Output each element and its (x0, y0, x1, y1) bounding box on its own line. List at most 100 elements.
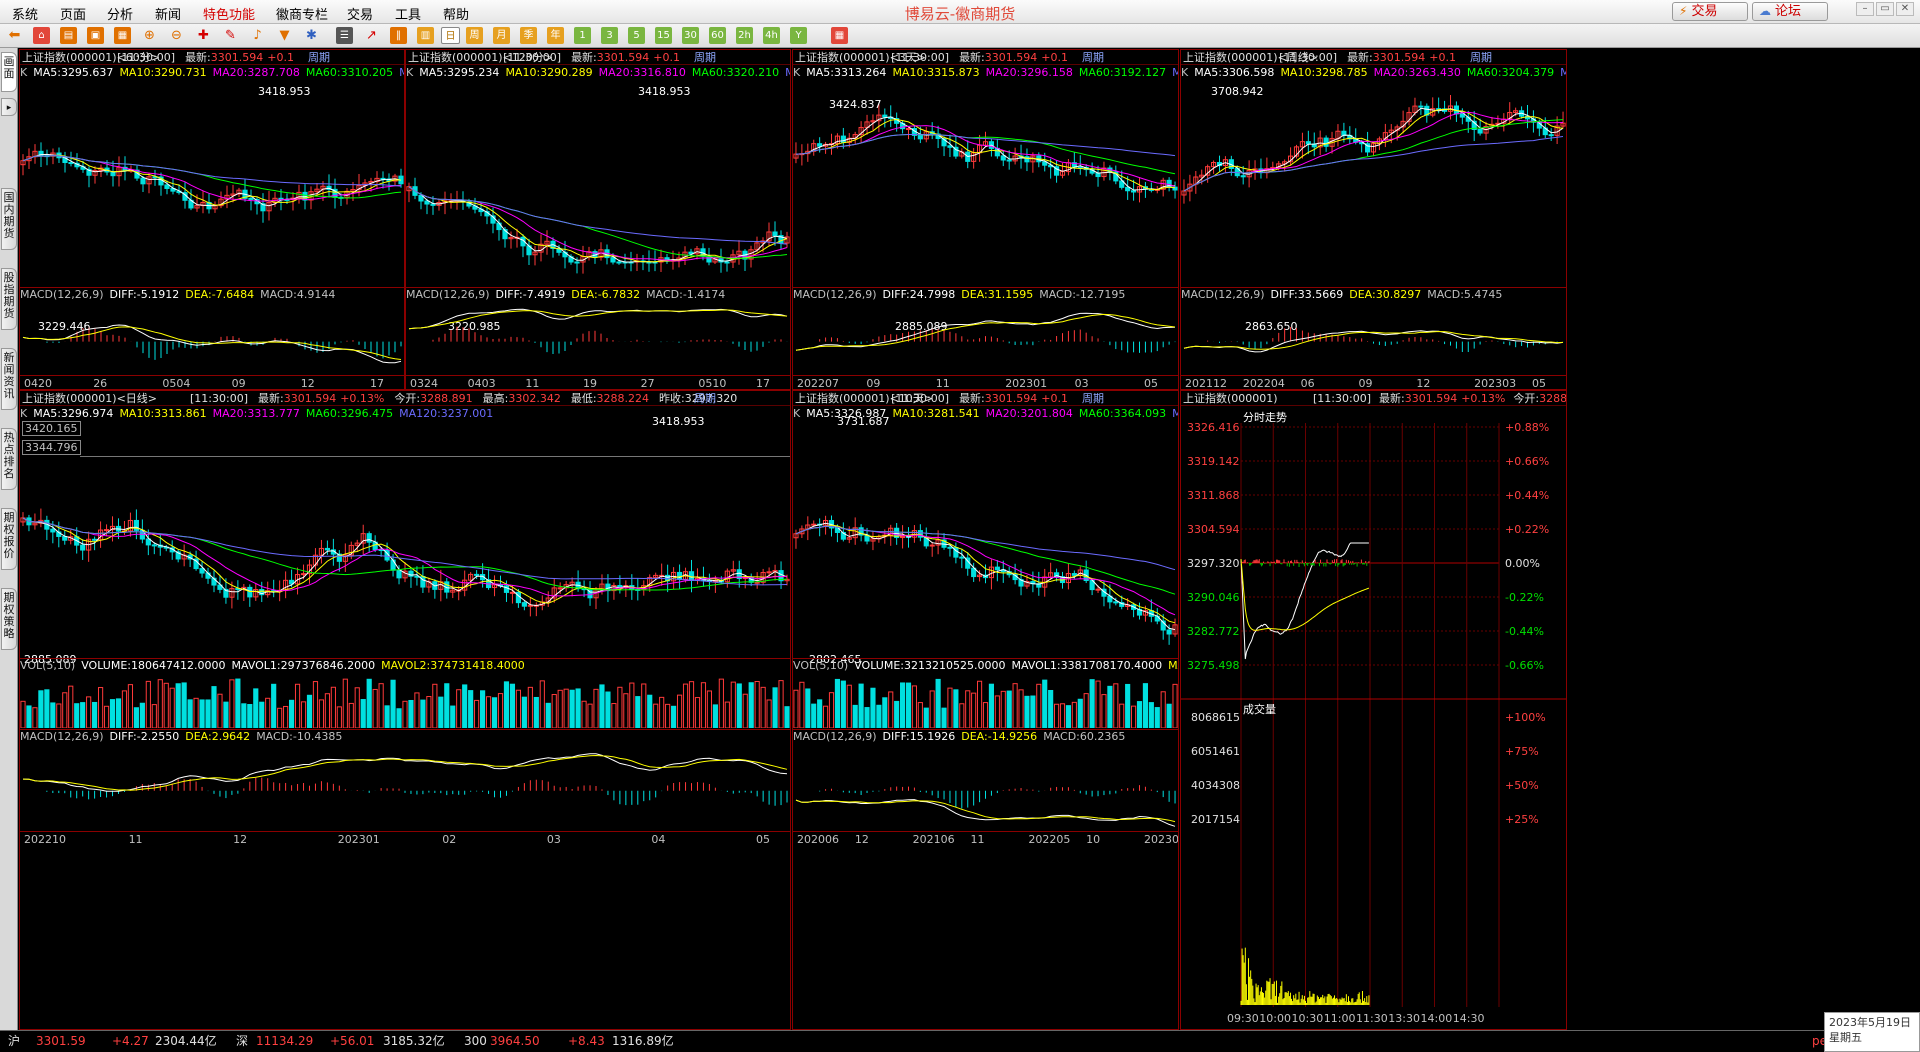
period-button[interactable]: 周期 (694, 50, 716, 64)
bar-chart-icon[interactable]: ▥ (417, 27, 434, 44)
period-quarter-button[interactable]: 季 (520, 27, 537, 44)
menu-trade[interactable]: 交易 (347, 4, 373, 23)
settings-icon[interactable]: ✱ (303, 27, 320, 44)
macd-chart[interactable] (1181, 302, 1566, 374)
sidebar-tab-index-futures[interactable]: 股指期货 (1, 268, 17, 330)
volume-bar (846, 684, 852, 728)
period-button[interactable]: 周期 (1082, 50, 1104, 64)
kline-chart[interactable] (20, 82, 404, 282)
restore-icon[interactable]: ▭ (1876, 2, 1894, 16)
period-30min-button[interactable]: 30 (682, 27, 699, 44)
list-icon[interactable]: ☰ (336, 27, 353, 44)
period-button[interactable]: 周期 (1082, 391, 1104, 405)
volume-bar (1006, 690, 1012, 728)
menu-huishang[interactable]: 徽商专栏 (276, 4, 328, 23)
volume-chart[interactable] (793, 673, 1178, 728)
period-custom-button[interactable]: Y (790, 27, 807, 44)
line-chart-icon[interactable]: ↗ (363, 27, 380, 44)
period-1min-button[interactable]: 1 (574, 27, 591, 44)
menu-features[interactable]: 特色功能 (203, 4, 255, 23)
menu-news[interactable]: 新闻 (155, 4, 181, 23)
volume-bar (828, 692, 835, 728)
last-price-label: 最新: (959, 392, 985, 405)
period-5min-button[interactable]: 5 (628, 27, 645, 44)
volume-chart[interactable] (20, 673, 790, 728)
chart-panel-pday[interactable]: 上证指数(000001)<日线> [11:30:00] 最新:3301.594 +0.… (19, 390, 791, 1030)
macd-chart[interactable] (20, 744, 790, 829)
candle-chart-icon[interactable]: ‖ (390, 27, 407, 44)
back-arrow-icon[interactable]: ⬅ (6, 27, 23, 44)
period-month-button[interactable]: 月 (493, 27, 510, 44)
sidebar-collapse-icon[interactable]: ▸ (1, 98, 17, 116)
sidebar-tab-option-quote[interactable]: 期权报价 (1, 508, 17, 570)
period-15min-button[interactable]: 15 (655, 27, 672, 44)
macd-chart[interactable] (20, 302, 404, 374)
sidebar-tab-option-strategy[interactable]: 期权策略 (1, 588, 17, 650)
quote-summary: [11:30:00] 最新:3301.594 +0.1 (503, 50, 680, 64)
period-year-button[interactable]: 年 (547, 27, 564, 44)
sidebar-tab-news[interactable]: 新闻资讯 (1, 348, 17, 410)
chart-panel-p120[interactable]: 上证指数(000001)<120分> [11:30:00] 最新:3301.594 +… (405, 49, 791, 390)
volume-bar (271, 683, 277, 728)
forum-button[interactable]: ☁ 论坛 (1752, 2, 1828, 21)
period-4h-button[interactable]: 4h (763, 27, 780, 44)
period-button[interactable]: 周期 (1470, 50, 1492, 64)
volume-bar (923, 707, 929, 728)
sidebar-tab-screen[interactable]: 画面 (1, 52, 17, 92)
sidebar-tab-hot-rank[interactable]: 热点排名 (1, 428, 17, 490)
intraday-chart[interactable] (1181, 391, 1566, 1011)
menu-help[interactable]: 帮助 (443, 4, 469, 23)
menu-analysis[interactable]: 分析 (107, 4, 133, 23)
close-icon[interactable]: ✕ (1896, 2, 1914, 16)
zoom-in-icon[interactable]: ⊕ (141, 27, 158, 44)
pen-icon[interactable]: ✎ (222, 27, 239, 44)
candle-body (1095, 172, 1101, 178)
folder-icon[interactable]: ▣ (87, 27, 104, 44)
kline-chart[interactable] (406, 82, 790, 282)
macd-legend: MACD(12,26,9) DIFF:33.5669 DEA:30.8297 MACD… (1181, 287, 1566, 302)
volume-bar (450, 705, 456, 728)
volume-bar (348, 702, 354, 728)
bell-icon[interactable]: ♪ (249, 27, 266, 44)
menu-system[interactable]: 系统 (12, 4, 38, 23)
layout-icon[interactable]: ▦ (114, 27, 131, 44)
chart-panel-p3d[interactable]: 上证指数(000001)<3天> [11:30:00] 最新:3301.594 +0.… (792, 49, 1179, 390)
candle-body (900, 536, 906, 539)
macd-value: MACD:-1.4174 (646, 288, 726, 301)
filter-icon[interactable]: ▼ (276, 27, 293, 44)
book-icon[interactable]: ▤ (60, 27, 77, 44)
period-2h-button[interactable]: 2h (736, 27, 753, 44)
chart-panel-intraday[interactable]: 上证指数(000001) [11:30:00] 最新:3301.594 +0.13% 今… (1180, 390, 1567, 1030)
crosshair-icon[interactable]: ✚ (195, 27, 212, 44)
macd-chart[interactable] (406, 302, 790, 374)
kline-chart[interactable] (793, 82, 1178, 282)
macd-chart[interactable] (793, 302, 1178, 374)
candle-body (103, 529, 110, 532)
volume-bar (503, 681, 510, 728)
candle-body (1477, 128, 1483, 134)
period-60min-button[interactable]: 60 (709, 27, 726, 44)
kline-chart[interactable] (793, 427, 1178, 657)
macd-chart[interactable] (793, 744, 1178, 829)
toolbar: ⬅ ⌂ ▤ ▣ ▦ ⊕ ⊖ ✚ ✎ ♪ ▼ ✱ ☰ ↗ ‖ ▥ 日 周 月 季 … (0, 24, 1920, 48)
period-3min-button[interactable]: 3 (601, 27, 618, 44)
chart-panel-p10d[interactable]: 上证指数(000001)<10天> [11:30:00] 最新:3301.594 +0… (792, 390, 1179, 1030)
trade-button[interactable]: ⚡ 交易 (1672, 2, 1748, 21)
menu-tools[interactable]: 工具 (395, 4, 421, 23)
calendar-icon[interactable]: ▦ (831, 27, 848, 44)
period-button[interactable]: 周期 (694, 391, 716, 405)
minimize-icon[interactable]: – (1856, 2, 1874, 16)
zoom-out-icon[interactable]: ⊖ (168, 27, 185, 44)
period-button[interactable]: 周期 (308, 50, 330, 64)
kline-chart[interactable] (20, 427, 790, 657)
period-day-button[interactable]: 日 (441, 27, 460, 44)
sidebar-tab-domestic-futures[interactable]: 国内期货 (1, 188, 17, 250)
chart-panel-p60[interactable]: 上证指数(000001)<60分> [11:30:00] 最新:3301.594 +0… (19, 49, 405, 390)
home-icon[interactable]: ⌂ (33, 27, 50, 44)
sh-label: 沪 (8, 1034, 21, 1048)
menu-page[interactable]: 页面 (60, 4, 86, 23)
chart-panel-pweek[interactable]: 上证指数(000001)<周线> [11:30:00] 最新:3301.594 +0.… (1180, 49, 1567, 390)
kline-chart[interactable] (1181, 82, 1566, 282)
candle-body (1323, 137, 1329, 147)
period-week-button[interactable]: 周 (466, 27, 483, 44)
